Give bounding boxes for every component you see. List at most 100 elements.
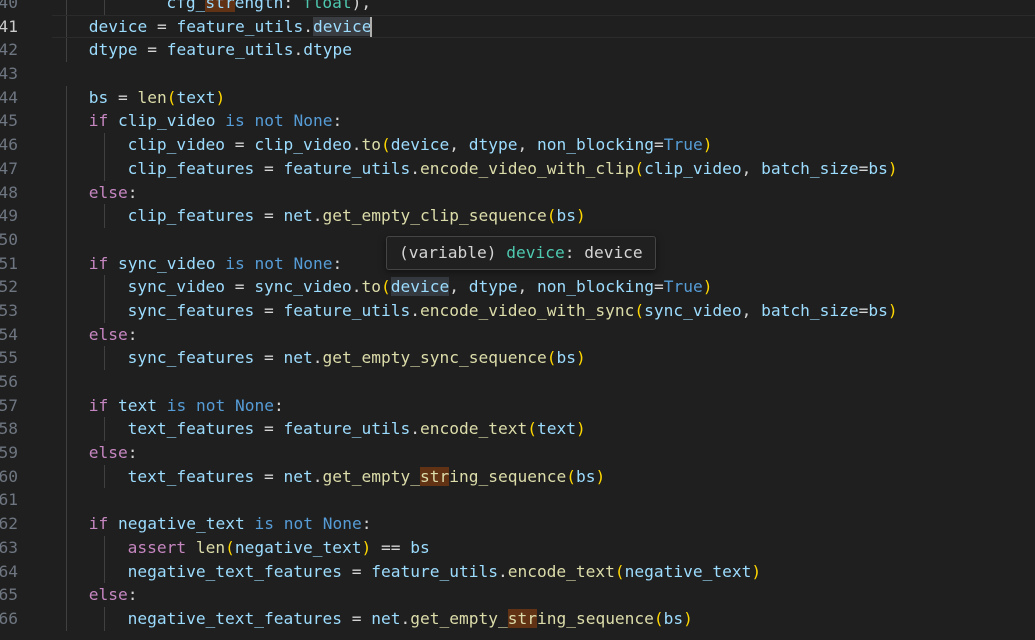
code-token: ( [653, 608, 664, 628]
code-token: encode_video_with_sync [420, 300, 635, 320]
code-line[interactable]: 61 [0, 488, 1035, 513]
line-number: 46 [0, 135, 18, 155]
code-line[interactable]: 53 sync_features = feature_utils.encode_v… [0, 298, 1035, 323]
code-token: = [254, 300, 284, 320]
code-line[interactable]: 64 negative_text_features = feature_utils… [0, 559, 1035, 584]
code-token: feature_utils [283, 419, 411, 439]
code-token: : [127, 443, 138, 463]
code-token: = [342, 608, 372, 628]
code-token: text [536, 419, 576, 439]
line-code: else: [50, 583, 138, 607]
code-line[interactable]: 44 bs = len(text) [0, 85, 1035, 110]
code-token: dtype [88, 40, 138, 60]
code-token: to [361, 277, 382, 297]
indent-guide [66, 559, 67, 584]
code-token: . [497, 561, 508, 581]
code-token: non_blocking [537, 277, 654, 297]
indent-guide [66, 583, 67, 607]
code-token: None [293, 111, 333, 131]
code-token: ) [575, 419, 586, 439]
code-line[interactable]: 59 else: [0, 441, 1035, 465]
code-line[interactable]: 47 clip_features = feature_utils.encode_v… [0, 156, 1035, 181]
code-line[interactable]: 41 device = feature_utils.device [0, 14, 1035, 39]
indent-guide [66, 204, 67, 228]
code-editor[interactable]: 40 cfg_strength: float), 41 device = featur… [0, 0, 1035, 640]
code-line[interactable]: 57 if text is not None: [0, 393, 1035, 418]
line-code [50, 370, 89, 394]
code-token: = [254, 158, 284, 178]
code-line[interactable]: 65 else: [0, 583, 1035, 607]
code-token: bs [663, 608, 684, 628]
code-token: = [653, 135, 664, 155]
code-token: encode_text [420, 419, 528, 439]
code-line[interactable]: 60 text_features = net.get_empty_string_s… [0, 464, 1035, 489]
code-token: negative_text [624, 561, 752, 581]
indent-guide [66, 133, 67, 157]
code-line[interactable]: 52 sync_video = sync_video.to(device, dty… [0, 275, 1035, 299]
line-number: 53 [0, 300, 18, 320]
code-token: = [108, 87, 138, 107]
indent-guide [104, 464, 105, 489]
code-token: feature_utils [371, 561, 498, 581]
code-token: if [88, 253, 109, 273]
line-code: clip_features = feature_utils.encode_vid… [50, 156, 898, 181]
hover-kind: (variable) [399, 243, 497, 262]
hover-separator: : [564, 243, 575, 262]
indent-guide [66, 14, 67, 39]
code-line[interactable]: 63 assert len(negative_text) == bs [0, 535, 1035, 560]
code-token: net [283, 348, 313, 368]
code-token: ( [381, 277, 391, 297]
code-line[interactable]: 55 sync_features = net.get_empty_sync_seq… [0, 346, 1035, 371]
code-token: : [127, 324, 138, 344]
code-token: device [88, 16, 148, 36]
line-code: sync_features = feature_utils.encode_vid… [50, 298, 898, 323]
line-code: sync_features = net.get_empty_sync_seque… [50, 346, 586, 371]
line-code: negative_text_features = feature_utils.e… [50, 559, 762, 584]
code-token: == [371, 537, 411, 557]
line-code: text_features = net.get_empty_string_seq… [50, 464, 605, 489]
code-token: ing_sequence [449, 466, 567, 486]
code-lines: 40 cfg_strength: float), 41 device = featur… [0, 0, 1035, 631]
code-line[interactable]: 62 if negative_text is not None: [0, 512, 1035, 536]
code-token: device [312, 16, 372, 36]
line-number: 58 [0, 419, 18, 439]
code-line[interactable]: 54 else: [0, 322, 1035, 347]
code-line[interactable]: 42 dtype = feature_utils.dtype [0, 38, 1035, 63]
code-line[interactable]: 66 negative_text_features = net.get_empty… [0, 606, 1035, 631]
indent-guide [66, 322, 67, 347]
code-line[interactable]: 48 else: [0, 180, 1035, 205]
code-line[interactable]: 45 if clip_video is not None: [0, 109, 1035, 134]
code-line[interactable]: 43 [0, 62, 1035, 86]
line-number: 45 [0, 111, 18, 131]
line-code [50, 227, 89, 252]
indent-guide [104, 204, 105, 228]
line-code: text_features = feature_utils.encode_tex… [50, 417, 586, 442]
indent-guide [66, 180, 67, 205]
code-token: ), [351, 0, 372, 12]
code-token: bs [868, 300, 888, 320]
code-token: ing_sequence [536, 608, 654, 628]
code-token: None [235, 395, 274, 415]
code-token: , [449, 135, 469, 155]
code-token: feature_utils [166, 40, 294, 60]
line-code: else: [50, 441, 138, 465]
code-token: is not [166, 395, 226, 415]
code-line[interactable]: 49 clip_features = net.get_empty_clip_seq… [0, 204, 1035, 228]
code-line[interactable]: 56 [0, 370, 1035, 394]
code-token: sync_features [127, 348, 255, 368]
code-token: to [361, 135, 382, 155]
code-token: = [342, 561, 372, 581]
indent-guide [66, 275, 67, 299]
code-line[interactable]: 46 clip_video = clip_video.to(device, dty… [0, 133, 1035, 157]
code-token: feature_utils [283, 158, 411, 178]
indent-guide [66, 156, 67, 181]
code-token: True [663, 277, 703, 297]
code-token: ) [751, 561, 762, 581]
code-line[interactable]: 40 cfg_strength: float), [0, 0, 1035, 15]
indent-guide [66, 38, 67, 63]
indent-guide [66, 0, 67, 15]
code-token: = [858, 158, 869, 178]
code-line[interactable]: 58 text_features = feature_utils.encode_t… [0, 417, 1035, 442]
code-token: dtype [303, 40, 352, 60]
